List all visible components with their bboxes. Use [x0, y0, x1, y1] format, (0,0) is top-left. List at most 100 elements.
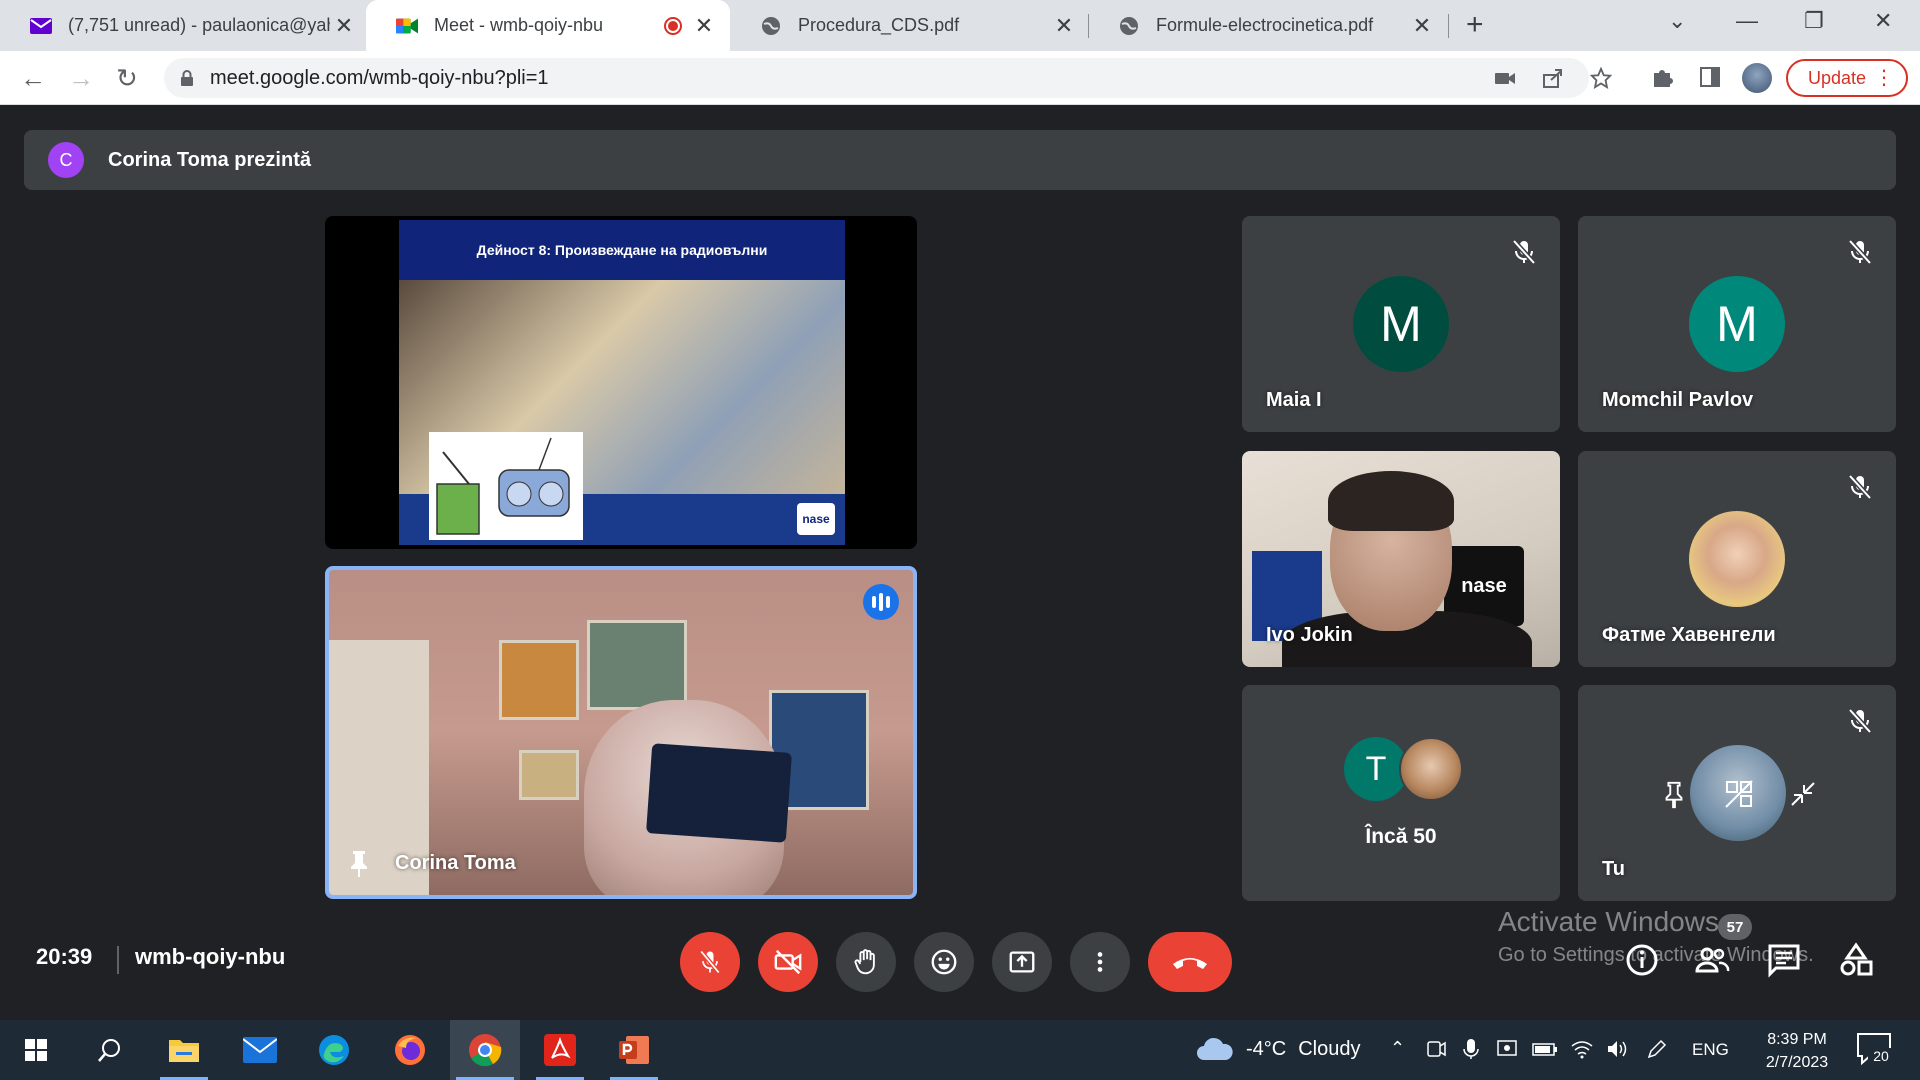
camera-in-use-icon[interactable] — [1494, 67, 1516, 89]
slide-title: Дейност 8: Произвеждане на радиовълни — [399, 220, 845, 280]
lock-icon — [181, 70, 193, 86]
volume-icon[interactable] — [1606, 1038, 1630, 1060]
participant-name: Corina Toma — [395, 852, 516, 874]
show-hidden-icons-chevron-up-icon[interactable]: ⌃ — [1390, 1038, 1405, 1059]
mic-off-icon — [1848, 239, 1872, 265]
participant-avatar: M — [1353, 276, 1449, 372]
share-icon[interactable] — [1542, 67, 1564, 89]
reload-button[interactable]: ↻ — [116, 63, 138, 94]
notification-count: 20 — [1868, 1048, 1894, 1068]
screen-share-tile[interactable]: Дейност 8: Произвеждане на радиовълни na… — [325, 216, 917, 549]
present-screen-button[interactable] — [992, 932, 1052, 992]
slide-clipart — [429, 432, 583, 540]
start-button[interactable] — [6, 1020, 66, 1080]
taskbar-clock[interactable]: 8:39 PM 2/7/2023 — [1752, 1028, 1842, 1074]
wifi-icon[interactable] — [1570, 1038, 1594, 1060]
hide-self-icon[interactable] — [1724, 779, 1754, 809]
update-button[interactable]: Update ⋮ — [1786, 59, 1908, 97]
pin-icon[interactable] — [347, 849, 371, 879]
mic-off-icon — [1512, 239, 1536, 265]
minimize-self-icon[interactable] — [1788, 779, 1818, 809]
more-participants-tile[interactable]: T Încă 50 — [1242, 685, 1560, 901]
restore-button[interactable]: ❐ — [1804, 8, 1824, 34]
input-language[interactable]: ENG — [1692, 1040, 1729, 1060]
meeting-details-icon[interactable] — [1624, 942, 1660, 978]
yahoo-mail-icon — [30, 15, 52, 37]
more-menu-icon: ⋮ — [1874, 67, 1894, 89]
pen-icon[interactable] — [1646, 1038, 1668, 1060]
participant-tile-momchil[interactable]: M Momchil Pavlov — [1578, 216, 1896, 432]
close-tab-icon[interactable]: ✕ — [690, 13, 718, 39]
tab-search-icon[interactable]: ⌄ — [1668, 8, 1686, 34]
people-icon[interactable] — [1694, 942, 1730, 978]
mail-app-button[interactable] — [230, 1020, 290, 1080]
chat-icon[interactable] — [1766, 942, 1802, 978]
participant-avatar — [1689, 511, 1785, 607]
forward-button[interactable]: → — [68, 63, 94, 94]
tab-title: Formule-electrocinetica.pdf — [1156, 15, 1374, 35]
raise-hand-button[interactable] — [836, 932, 896, 992]
participant-tile-ivo[interactable]: nase Ivo Jokin — [1242, 451, 1560, 667]
speaking-indicator-icon — [863, 584, 899, 620]
new-tab-button[interactable]: + — [1466, 8, 1484, 42]
mic-off-icon — [1848, 708, 1872, 734]
self-view-tile[interactable]: Tu — [1578, 685, 1896, 901]
firefox-icon — [395, 1035, 425, 1065]
emoji-icon — [931, 949, 957, 975]
more-vert-icon — [1097, 952, 1103, 972]
shared-slide: Дейност 8: Произвеждане на радиовълни na… — [399, 220, 845, 545]
acrobat-button[interactable] — [530, 1020, 590, 1080]
tab-google-meet[interactable]: Meet - wmb-qoiy-nbu ✕ — [366, 0, 730, 51]
bookmark-star-icon[interactable] — [1590, 67, 1612, 89]
back-button[interactable]: ← — [20, 63, 46, 94]
notifications-button[interactable]: 20 — [1856, 1032, 1894, 1071]
close-tab-icon[interactable]: ✕ — [1408, 13, 1436, 39]
powerpoint-button[interactable] — [604, 1020, 664, 1080]
minimize-button[interactable]: — — [1736, 8, 1758, 34]
battery-icon[interactable] — [1532, 1038, 1558, 1060]
mic-off-icon — [699, 950, 721, 974]
address-bar[interactable]: meet.google.com/wmb-qoiy-nbu?pli=1 — [164, 58, 1612, 98]
extensions-icon[interactable] — [1650, 65, 1674, 89]
meet-now-icon[interactable] — [1426, 1038, 1446, 1060]
update-label: Update — [1808, 67, 1867, 88]
search-button[interactable] — [80, 1020, 140, 1080]
close-window-button[interactable]: ✕ — [1874, 8, 1892, 34]
participant-name: Tu — [1602, 858, 1625, 880]
meeting-time: 20:39 — [36, 944, 93, 969]
microphone-icon[interactable] — [1462, 1038, 1480, 1060]
weather-temperature: -4°C — [1246, 1037, 1287, 1060]
leave-call-button[interactable] — [1148, 932, 1232, 992]
participant-tile-fatme[interactable]: Фатме Хавенгели — [1578, 451, 1896, 667]
taskbar-date: 2/7/2023 — [1765, 1054, 1829, 1071]
mic-toggle-button[interactable] — [680, 932, 740, 992]
tab-yahoo-mail[interactable]: (7,751 unread) - paulaonica@yah ✕ — [0, 0, 370, 51]
hand-icon — [854, 949, 875, 975]
file-explorer-button[interactable] — [154, 1020, 214, 1080]
meeting-code: wmb-qoiy-nbu — [135, 944, 286, 969]
speaker-video-tile[interactable]: Corina Toma — [325, 566, 917, 899]
firefox-button[interactable] — [380, 1020, 440, 1080]
taskbar-time: 8:39 PM — [1767, 1031, 1827, 1048]
mail-icon — [243, 1037, 277, 1063]
more-options-button[interactable] — [1070, 932, 1130, 992]
close-tab-icon[interactable]: ✕ — [1050, 13, 1078, 39]
side-panel-icon[interactable] — [1698, 65, 1722, 89]
reactions-button[interactable] — [914, 932, 974, 992]
tab-procedura-cds[interactable]: Procedura_CDS.pdf ✕ — [730, 0, 1090, 51]
tab-formule-electrocinetica[interactable]: Formule-electrocinetica.pdf ✕ — [1088, 0, 1448, 51]
tab-title: Procedura_CDS.pdf — [798, 15, 960, 35]
participant-tile-maia[interactable]: M Maia I — [1242, 216, 1560, 432]
browser-toolbar: ← → ↻ meet.google.com/wmb-qoiy-nbu?pli=1… — [0, 51, 1920, 105]
camera-toggle-button[interactable] — [758, 932, 818, 992]
chrome-button[interactable] — [450, 1020, 520, 1080]
edge-button[interactable] — [304, 1020, 364, 1080]
profile-avatar[interactable] — [1742, 63, 1772, 93]
more-participants-count: Încă 50 — [1365, 825, 1437, 848]
weather-widget[interactable]: -4°C Cloudy — [1196, 1036, 1361, 1062]
pin-icon[interactable] — [1662, 781, 1686, 809]
activities-icon[interactable] — [1838, 942, 1874, 978]
screen-capture-icon[interactable] — [1496, 1038, 1518, 1060]
close-tab-icon[interactable]: ✕ — [330, 13, 358, 39]
participant-avatar: M — [1689, 276, 1785, 372]
